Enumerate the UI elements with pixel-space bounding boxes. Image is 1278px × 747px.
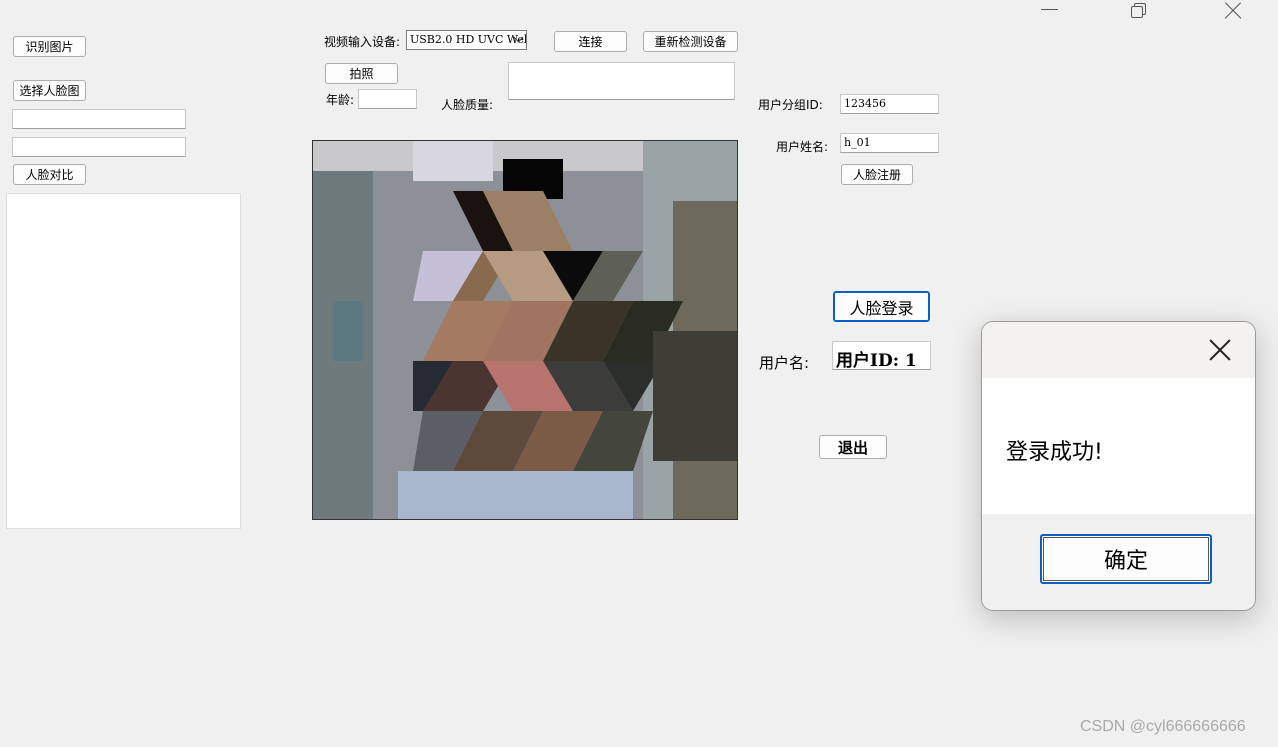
camera-preview-image xyxy=(313,141,737,519)
video-device-select[interactable]: USB2.0 HD UVC WebCam xyxy=(406,30,527,50)
user-name-field[interactable]: h_01 xyxy=(840,133,939,153)
face-compare-button[interactable]: 人脸对比 xyxy=(13,164,86,185)
age-field[interactable] xyxy=(358,89,417,109)
face-login-button[interactable]: 人脸登录 xyxy=(833,291,930,322)
redetect-device-button[interactable]: 重新检测设备 xyxy=(643,31,738,52)
restore-button[interactable] xyxy=(1118,0,1164,22)
message-dialog: 登录成功! 确定 xyxy=(981,321,1256,611)
user-name-label: 用户姓名: xyxy=(776,140,829,154)
dialog-body: 登录成功! xyxy=(982,378,1255,514)
watermark: CSDN @cyl666666666 xyxy=(1080,718,1246,735)
minimize-button[interactable] xyxy=(1026,0,1072,22)
recognize-image-button[interactable]: 识别图片 xyxy=(13,36,86,57)
video-device-label: 视频输入设备: xyxy=(324,35,401,49)
user-group-id-label: 用户分组ID: xyxy=(758,98,823,112)
result-textbox[interactable] xyxy=(6,193,241,529)
dialog-close-button[interactable] xyxy=(1208,338,1232,362)
username-label: 用户名: xyxy=(759,354,810,372)
face-register-button[interactable]: 人脸注册 xyxy=(841,164,913,185)
dialog-message: 登录成功! xyxy=(1006,440,1103,465)
age-label: 年龄: xyxy=(326,93,355,107)
close-window-button[interactable] xyxy=(1210,0,1256,22)
username-field[interactable]: 用户ID: 1 xyxy=(832,341,931,370)
dialog-footer: 确定 xyxy=(982,514,1255,610)
quality-output-box[interactable] xyxy=(508,62,735,100)
image-path-field-2[interactable] xyxy=(12,137,186,157)
exit-button[interactable]: 退出 xyxy=(819,435,887,459)
connect-button[interactable]: 连接 xyxy=(554,31,627,52)
video-device-value: USB2.0 HD UVC WebCam xyxy=(410,33,526,46)
minimize-icon xyxy=(1041,9,1058,10)
user-group-id-field[interactable]: 123456 xyxy=(840,94,939,114)
select-face-image-button[interactable]: 选择人脸图 xyxy=(13,80,86,101)
close-icon xyxy=(1222,0,1244,22)
image-path-field-1[interactable] xyxy=(12,109,186,129)
dialog-ok-button[interactable]: 确定 xyxy=(1040,534,1212,584)
face-quality-label: 人脸质量: xyxy=(441,98,494,112)
camera-preview xyxy=(312,140,738,520)
dialog-header xyxy=(982,322,1255,378)
capture-photo-button[interactable]: 拍照 xyxy=(325,63,398,84)
